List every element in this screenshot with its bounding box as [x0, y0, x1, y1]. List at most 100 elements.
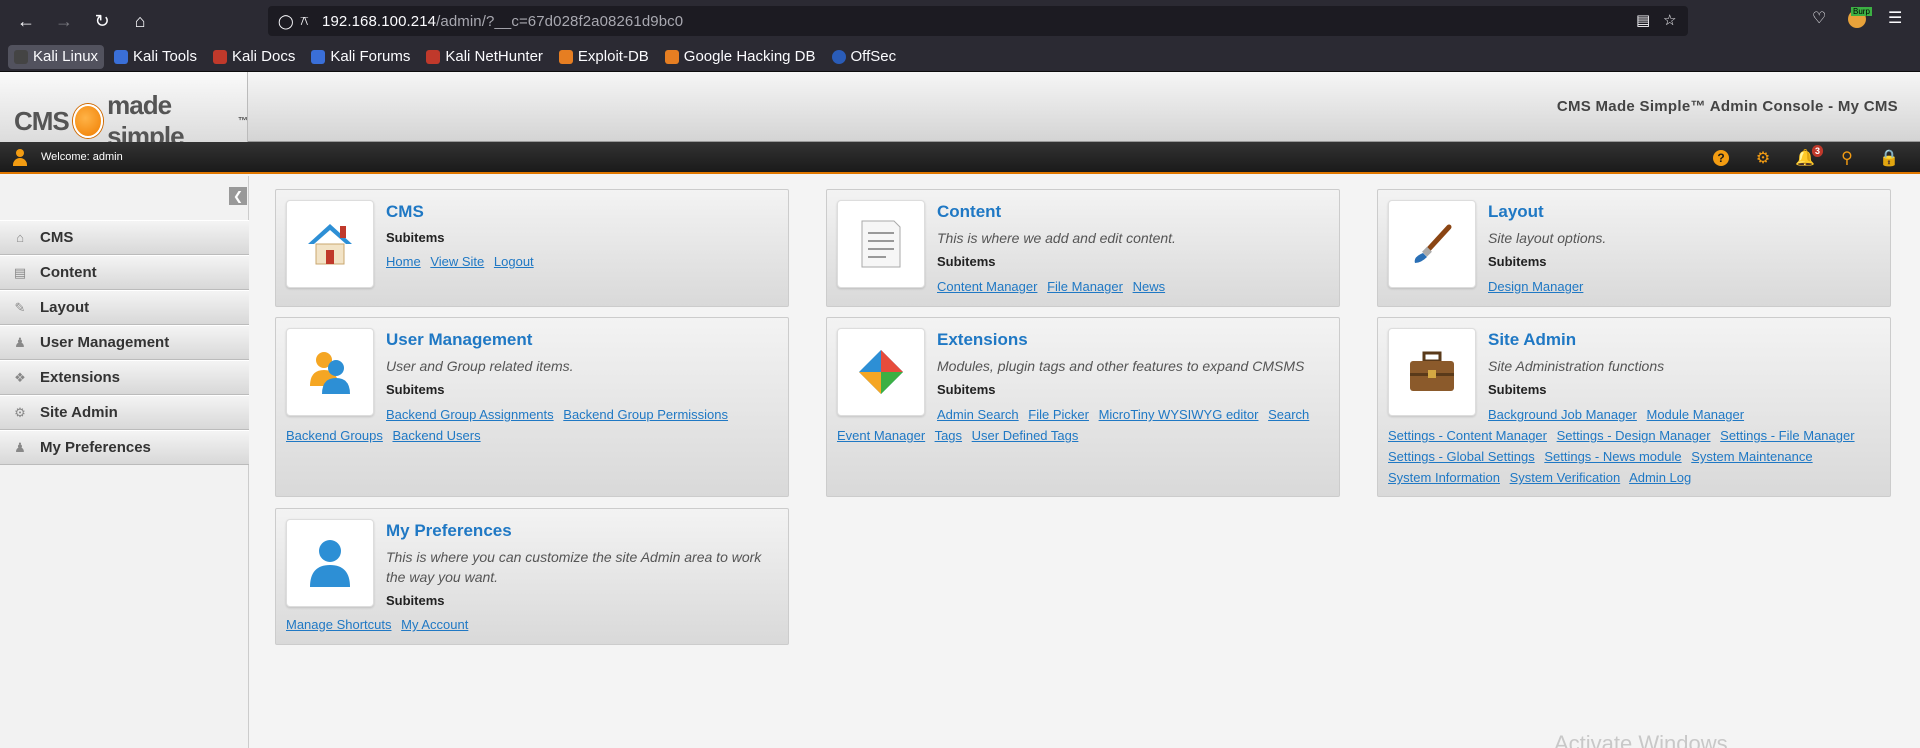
link-user-defined-tags[interactable]: User Defined Tags — [972, 428, 1079, 443]
bookmark-kali-tools[interactable]: Kali Tools — [108, 45, 203, 69]
panel-user-management: User Management User and Group related i… — [275, 317, 789, 497]
link-view-site[interactable]: View Site — [430, 254, 484, 269]
shield-icon[interactable]: ◯ — [278, 13, 300, 30]
link-search[interactable]: Search — [1268, 407, 1309, 422]
welcome-text: Welcome: admin — [41, 151, 123, 163]
home-button[interactable]: ⌂ — [122, 3, 158, 39]
link-system-information[interactable]: System Information — [1388, 470, 1500, 485]
panel-user-management-icon-box[interactable] — [286, 328, 374, 416]
bookmark-google-hacking-db[interactable]: Google Hacking DB — [659, 45, 822, 69]
panel-extensions-icon-box[interactable] — [837, 328, 925, 416]
panel-content-icon-box[interactable] — [837, 200, 925, 288]
back-button[interactable]: ← — [8, 3, 44, 39]
panel-description: This is where you can customize the site… — [386, 549, 762, 585]
browser-toolbar: ← → ↻ ⌂ ◯ ⚻ 192.168.100.214/admin/?__c=6… — [0, 0, 1920, 42]
reload-button[interactable]: ↻ — [84, 3, 120, 39]
collapse-sidebar-button[interactable]: ❮ — [229, 187, 247, 205]
panel-links: Admin Search File Picker MicroTiny WYSIW… — [837, 404, 1331, 446]
panel-layout-icon-box[interactable] — [1388, 200, 1476, 288]
link-file-picker[interactable]: File Picker — [1028, 407, 1089, 422]
panel-title[interactable]: Extensions — [937, 330, 1028, 350]
link-home[interactable]: Home — [386, 254, 421, 269]
link-manage-shortcuts[interactable]: Manage Shortcuts — [286, 617, 392, 632]
link-news[interactable]: News — [1133, 279, 1166, 294]
panel-title[interactable]: User Management — [386, 330, 532, 350]
panel-title[interactable]: Site Admin — [1488, 330, 1576, 350]
offsec-icon — [831, 49, 846, 64]
link-admin-search[interactable]: Admin Search — [937, 407, 1019, 422]
panel-description: Modules, plugin tags and other features … — [937, 358, 1305, 374]
sidebar-item-layout[interactable]: ✎ Layout — [0, 290, 249, 325]
help-icon[interactable]: ? — [1713, 150, 1729, 166]
reader-view-icon[interactable]: ▤ — [1636, 11, 1650, 29]
logo-sun-icon — [72, 104, 104, 138]
bookmark-kali-docs[interactable]: Kali Docs — [207, 45, 301, 69]
link-admin-log[interactable]: Admin Log — [1629, 470, 1691, 485]
lock-icon[interactable]: ⚻ — [300, 13, 322, 29]
link-backend-groups[interactable]: Backend Groups — [286, 428, 383, 443]
panel-my-preferences-icon-box[interactable] — [286, 519, 374, 607]
link-settings-global-settings[interactable]: Settings - Global Settings — [1388, 449, 1535, 464]
link-backend-group-permissions[interactable]: Backend Group Permissions — [563, 407, 728, 422]
bookmark-exploit-db[interactable]: Exploit-DB — [553, 45, 655, 69]
link-system-maintenance[interactable]: System Maintenance — [1691, 449, 1812, 464]
kali-icon — [14, 49, 28, 64]
bookmark-kali-forums[interactable]: Kali Forums — [305, 45, 416, 69]
panel-title[interactable]: CMS — [386, 202, 424, 222]
search-icon[interactable]: ⚲ — [1838, 149, 1856, 167]
panel-my-preferences: My Preferences This is where you can cus… — [275, 508, 789, 645]
sidebar-item-user-management[interactable]: ♟ User Management — [0, 325, 249, 360]
link-logout[interactable]: Logout — [494, 254, 534, 269]
link-settings-news-module[interactable]: Settings - News module — [1544, 449, 1681, 464]
forward-button[interactable]: → — [46, 3, 82, 39]
panel-title[interactable]: Layout — [1488, 202, 1544, 222]
bookmark-offsec[interactable]: OffSec — [826, 45, 903, 69]
link-content-manager[interactable]: Content Manager — [937, 279, 1037, 294]
sidebar-item-cms[interactable]: ⌂ CMS — [0, 220, 249, 255]
subitems-label: Subitems — [937, 254, 996, 269]
panel-site-admin: Site Admin Site Administration functions… — [1377, 317, 1891, 497]
sidebar-item-extensions[interactable]: ❖ Extensions — [0, 360, 249, 395]
link-settings-content-manager[interactable]: Settings - Content Manager — [1388, 428, 1547, 443]
link-settings-file-manager[interactable]: Settings - File Manager — [1720, 428, 1854, 443]
link-settings-design-manager[interactable]: Settings - Design Manager — [1557, 428, 1711, 443]
link-backend-users[interactable]: Backend Users — [392, 428, 480, 443]
panel-description: Site layout options. — [1488, 230, 1607, 246]
gear-icon: ⚙ — [14, 404, 26, 420]
link-system-verification[interactable]: System Verification — [1510, 470, 1621, 485]
panel-description: Site Administration functions — [1488, 358, 1665, 374]
panel-content: Content This is where we add and edit co… — [826, 189, 1340, 307]
logout-lock-icon[interactable]: 🔒 — [1879, 149, 1899, 167]
link-design-manager[interactable]: Design Manager — [1488, 279, 1583, 294]
link-my-account[interactable]: My Account — [401, 617, 468, 632]
user-icon: ♟ — [14, 439, 26, 455]
subitems-label: Subitems — [386, 382, 445, 397]
bookmark-kali-nethunter[interactable]: Kali NetHunter — [420, 45, 549, 69]
panel-cms-icon-box[interactable] — [286, 200, 374, 288]
puzzle-icon — [859, 350, 903, 394]
sidebar-item-my-preferences[interactable]: ♟ My Preferences — [0, 430, 249, 465]
bookmark-kali-linux[interactable]: Kali Linux — [8, 44, 105, 69]
panel-links: Backend Group Assignments Backend Group … — [286, 404, 780, 446]
menu-icon[interactable]: ☰ — [1888, 8, 1902, 28]
link-file-manager[interactable]: File Manager — [1047, 279, 1123, 294]
link-backend-group-assignments[interactable]: Backend Group Assignments — [386, 407, 554, 422]
link-tags[interactable]: Tags — [935, 428, 962, 443]
subitems-label: Subitems — [937, 382, 996, 397]
url-text[interactable]: 192.168.100.214/admin/?__c=67d028f2a0826… — [322, 13, 683, 30]
bookmark-star-icon[interactable]: ☆ — [1663, 11, 1676, 29]
link-module-manager[interactable]: Module Manager — [1647, 407, 1745, 422]
document-icon — [861, 220, 901, 268]
settings-gear-icon[interactable]: ⚙ — [1754, 149, 1772, 167]
panel-title[interactable]: My Preferences — [386, 521, 512, 541]
link-event-manager[interactable]: Event Manager — [837, 428, 925, 443]
panel-site-admin-icon-box[interactable] — [1388, 328, 1476, 416]
sidebar-item-site-admin[interactable]: ⚙ Site Admin — [0, 395, 249, 430]
panel-title[interactable]: Content — [937, 202, 1001, 222]
pocket-icon[interactable]: ♡ — [1812, 8, 1826, 28]
layout-icon: ✎ — [14, 299, 26, 315]
link-microtiny[interactable]: MicroTiny WYSIWYG editor — [1099, 407, 1259, 422]
link-background-job-manager[interactable]: Background Job Manager — [1488, 407, 1637, 422]
sidebar-item-content[interactable]: ▤ Content — [0, 255, 249, 290]
url-bar[interactable]: ◯ ⚻ 192.168.100.214/admin/?__c=67d028f2a… — [268, 6, 1688, 36]
